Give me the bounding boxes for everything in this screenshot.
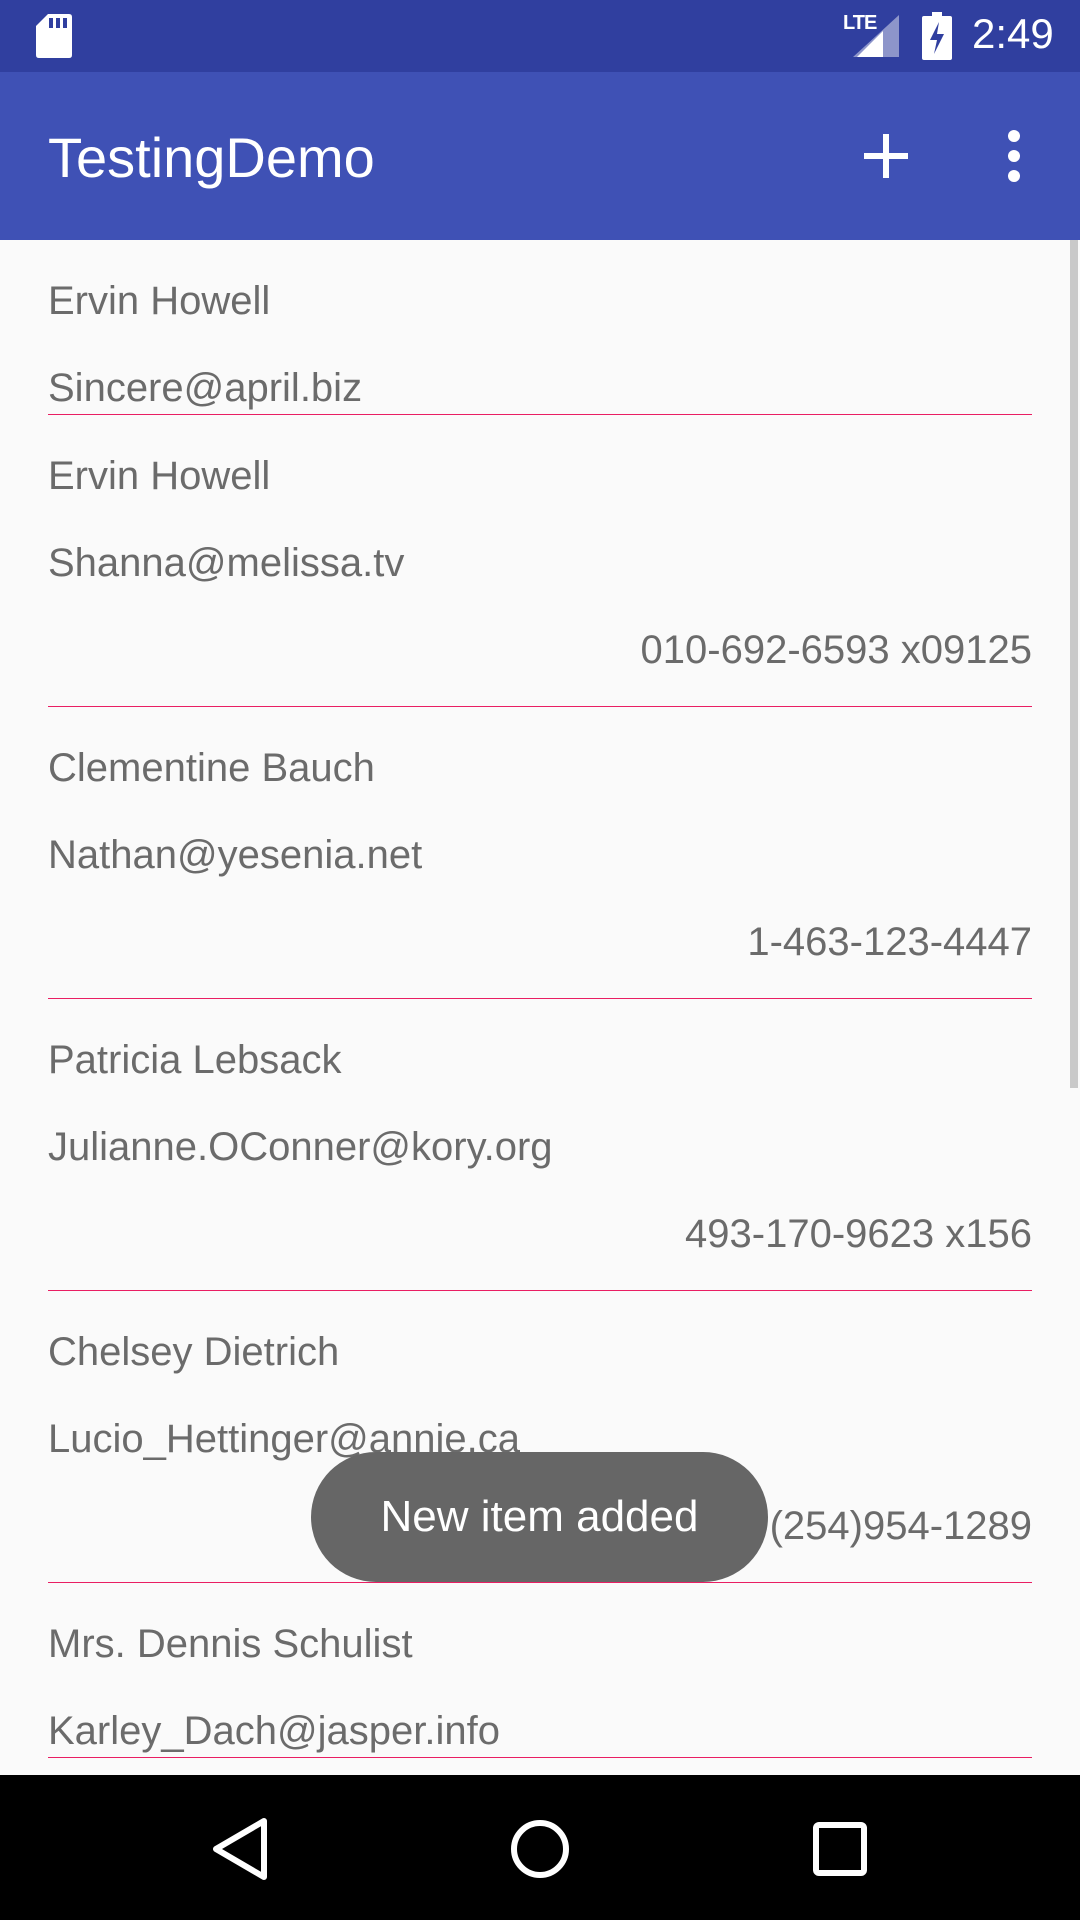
list-item[interactable]: Ervin Howell Sincere@april.biz	[48, 240, 1032, 415]
contact-name: Patricia Lebsack	[48, 1038, 342, 1082]
contact-email: Nathan@yesenia.net	[48, 833, 423, 877]
list-item[interactable]: Patricia Lebsack Julianne.OConner@kory.o…	[48, 999, 1032, 1291]
sd-card-icon	[36, 14, 72, 58]
more-vert-icon	[1008, 130, 1020, 182]
toast-message: New item added	[311, 1452, 768, 1582]
contact-phone: 010-692-6593 x09125	[640, 628, 1032, 672]
signal-icon	[853, 15, 899, 57]
back-icon	[213, 1818, 267, 1880]
contact-email: Shanna@melissa.tv	[48, 541, 405, 585]
back-button[interactable]	[202, 1811, 278, 1887]
contact-email: Julianne.OConner@kory.org	[48, 1125, 553, 1169]
status-bar: LTE 2:49	[0, 0, 1080, 72]
contact-email: Karley_Dach@jasper.info	[48, 1709, 500, 1753]
contact-email: Sincere@april.biz	[48, 366, 363, 410]
home-icon	[511, 1820, 569, 1878]
recents-button[interactable]	[802, 1811, 878, 1887]
app-title: TestingDemo	[48, 126, 375, 189]
add-button[interactable]	[842, 112, 930, 200]
home-button[interactable]	[502, 1811, 578, 1887]
battery-charging-icon	[922, 12, 952, 60]
list-item[interactable]: Ervin Howell Shanna@melissa.tv 010-692-6…	[48, 415, 1032, 707]
list-item[interactable]: Clementine Bauch Nathan@yesenia.net 1-46…	[48, 707, 1032, 999]
contact-name: Ervin Howell	[48, 279, 271, 323]
more-options-button[interactable]	[980, 112, 1048, 200]
contact-phone: 1-463-123-4447	[747, 920, 1032, 964]
navigation-bar	[0, 1775, 1080, 1920]
recents-icon	[813, 1822, 867, 1876]
clock: 2:49	[972, 10, 1054, 57]
contact-phone: 493-170-9623 x156	[685, 1212, 1032, 1256]
contact-name: Chelsey Dietrich	[48, 1330, 340, 1374]
contact-name: Clementine Bauch	[48, 746, 375, 790]
scrollbar[interactable]	[1070, 240, 1078, 1088]
contact-name: Mrs. Dennis Schulist	[48, 1622, 413, 1666]
list-item[interactable]: Mrs. Dennis Schulist Karley_Dach@jasper.…	[48, 1583, 1032, 1758]
app-bar: TestingDemo	[0, 72, 1080, 240]
contact-name: Ervin Howell	[48, 454, 271, 498]
add-icon	[864, 134, 908, 178]
contact-phone: (254)954-1289	[769, 1504, 1032, 1548]
